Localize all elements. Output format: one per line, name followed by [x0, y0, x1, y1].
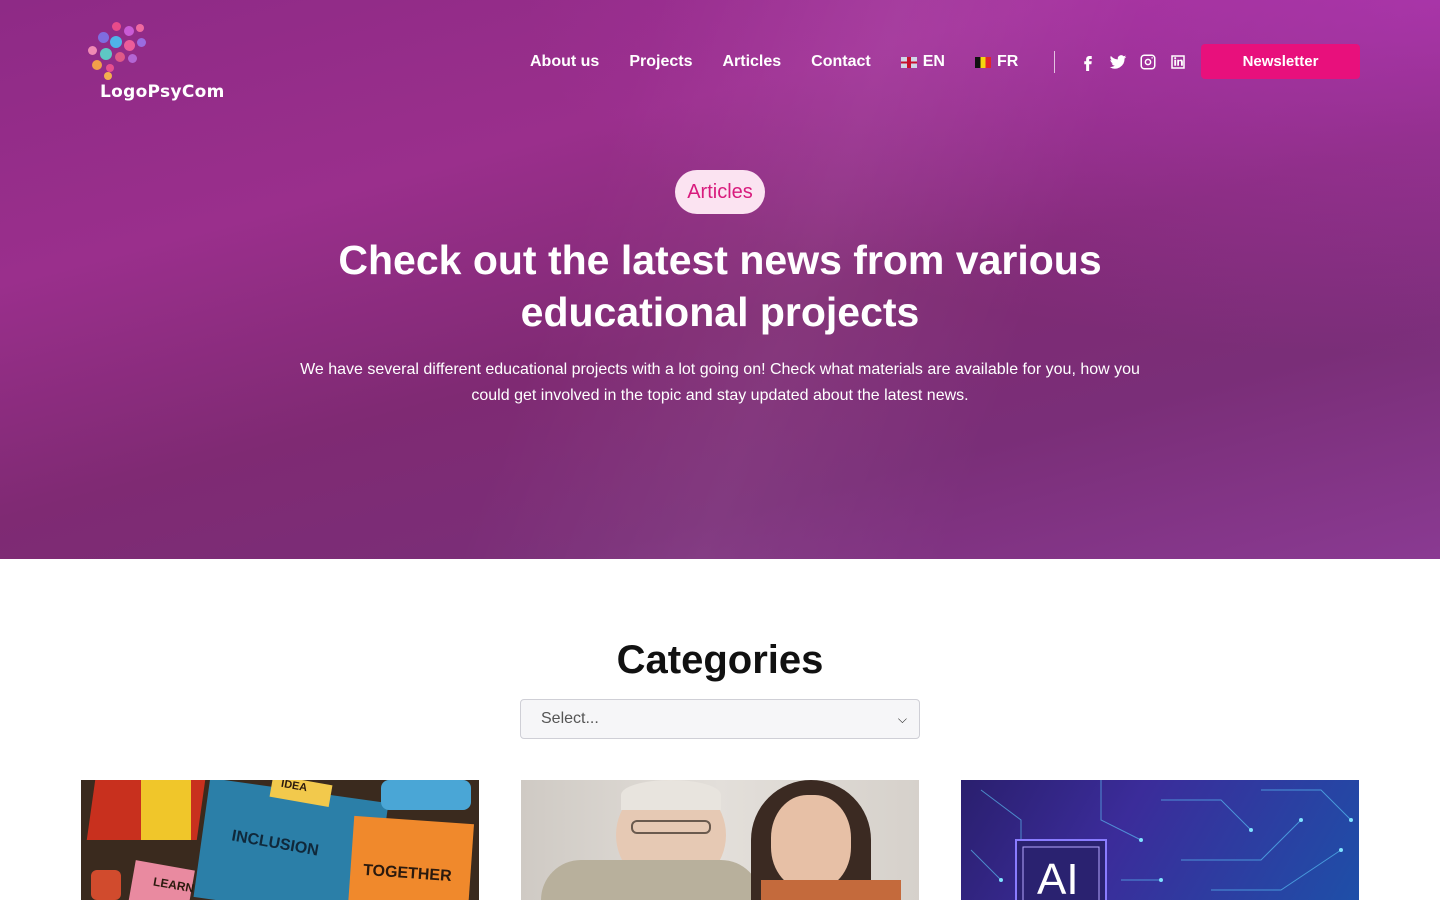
- linkedin-icon[interactable]: [1169, 53, 1187, 71]
- logo-dot: [115, 52, 125, 62]
- logo-dot: [88, 46, 97, 55]
- instagram-icon[interactable]: [1139, 53, 1157, 71]
- logo-dot: [110, 36, 122, 48]
- nav-link-articles[interactable]: Articles: [722, 53, 781, 71]
- logo-dot: [124, 26, 134, 36]
- categories-title: Categories: [616, 638, 824, 682]
- hero-section: LogoPsyCom About us Projects Articles Co…: [0, 0, 1440, 559]
- logo-dot: [100, 48, 112, 60]
- belgium-flag-icon: [974, 56, 991, 68]
- twitter-icon[interactable]: [1109, 53, 1127, 71]
- logo-dot: [128, 54, 137, 63]
- article-card-image[interactable]: AI: [961, 780, 1359, 900]
- uk-flag-icon: [900, 56, 917, 68]
- social-links: [1079, 53, 1199, 71]
- chevron-down-icon: ⌵: [897, 711, 907, 726]
- logo[interactable]: LogoPsyCom: [82, 20, 232, 106]
- nav-link-about-us[interactable]: About us: [530, 53, 599, 71]
- logo-dot: [104, 72, 112, 80]
- logo-text: LogoPsyCom: [100, 82, 225, 102]
- logo-dot: [106, 64, 114, 72]
- logo-dot: [92, 60, 102, 70]
- nav-link-contact[interactable]: Contact: [811, 53, 871, 71]
- main-nav: About us Projects Articles Contact EN FR: [530, 48, 1199, 76]
- logo-dot: [124, 40, 135, 51]
- logo-dot: [137, 38, 146, 47]
- language-en[interactable]: EN: [900, 53, 945, 71]
- nav-link-projects[interactable]: Projects: [629, 53, 692, 71]
- logo-dot: [98, 32, 109, 43]
- nav-divider: [1054, 51, 1056, 73]
- article-card-image[interactable]: [521, 780, 919, 900]
- section-badge: Articles: [675, 170, 765, 214]
- category-select[interactable]: Select... ⌵: [520, 699, 920, 739]
- hero-title: Check out the latest news from various e…: [338, 237, 1102, 335]
- logo-dot: [136, 24, 144, 32]
- category-select-value: Select...: [541, 710, 599, 727]
- language-fr-label: FR: [996, 53, 1019, 70]
- article-card-image[interactable]: INCLUSION TOGETHER LEARN IDEA: [81, 780, 479, 900]
- newsletter-button[interactable]: Newsletter: [1201, 44, 1360, 79]
- logo-dot: [112, 22, 121, 31]
- hero-subtitle: We have several different educational pr…: [300, 361, 1140, 404]
- language-en-label: EN: [922, 53, 945, 70]
- card-image-text: AI: [1037, 855, 1079, 900]
- language-fr[interactable]: FR: [974, 53, 1019, 71]
- facebook-icon[interactable]: [1079, 53, 1097, 71]
